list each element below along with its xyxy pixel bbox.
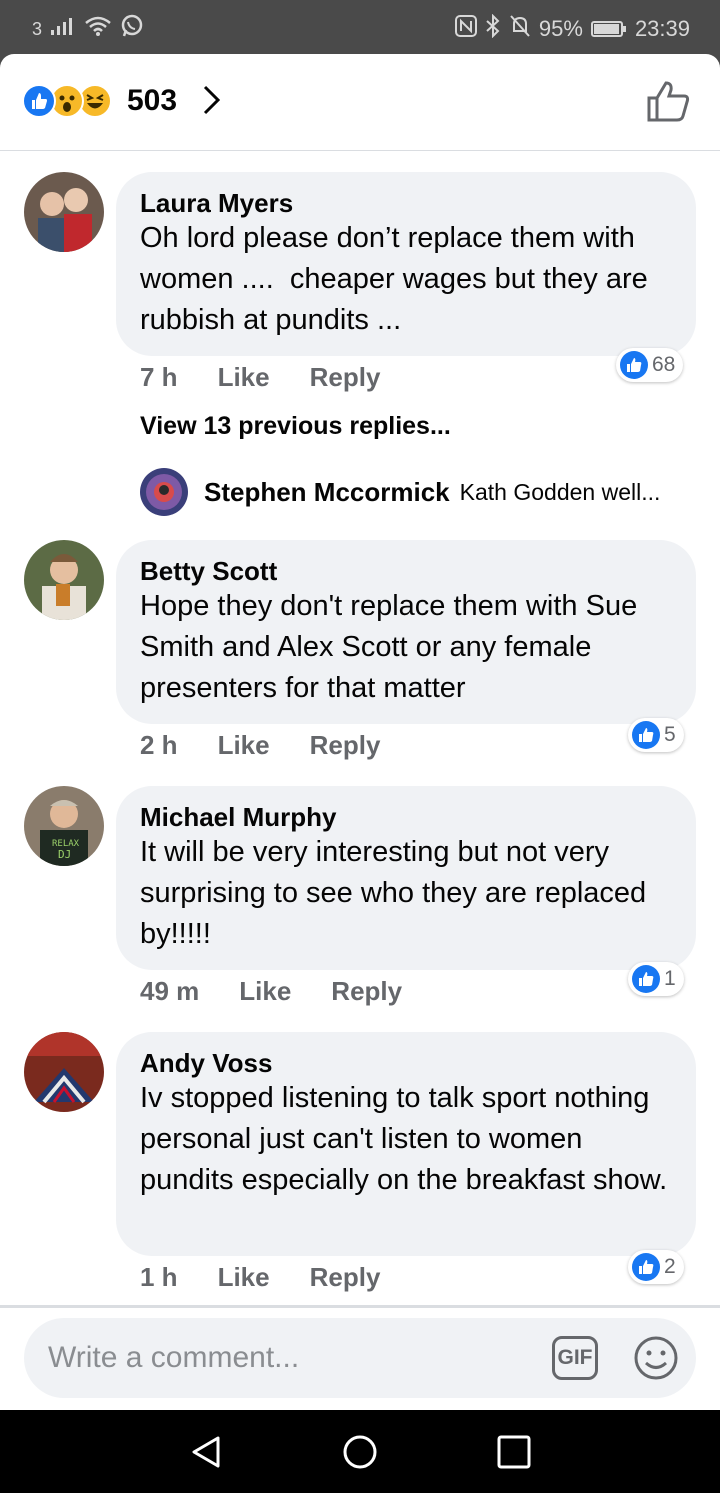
comment-bubble[interactable]: Laura Myers Oh lord please don’t replace…	[116, 172, 696, 356]
bluetooth-icon	[485, 13, 501, 44]
comment-author[interactable]: Michael Murphy	[140, 802, 672, 832]
comment-bubble[interactable]: Michael Murphy It will be very interesti…	[116, 786, 696, 970]
whatsapp-icon	[120, 14, 144, 44]
comment-actions: 1 h Like Reply	[140, 1262, 380, 1293]
divider	[0, 1305, 720, 1308]
comment-author[interactable]: Laura Myers	[140, 188, 672, 218]
reply-button[interactable]: Reply	[331, 976, 402, 1007]
like-reaction-icon	[632, 1253, 660, 1281]
reply-button[interactable]: Reply	[310, 1262, 381, 1293]
reply-text: Kath Godden well...	[459, 478, 661, 505]
clock: 23:39	[634, 16, 690, 41]
comment-reaction-badge[interactable]: 5	[628, 718, 684, 752]
comment-time: 2 h	[140, 730, 178, 760]
comment-actions: 49 m Like Reply	[140, 976, 402, 1007]
reaction-icons	[22, 84, 122, 118]
battery-percent: 95%	[538, 16, 583, 41]
like-reaction-icon	[632, 965, 660, 993]
comment-author[interactable]: Andy Voss	[140, 1048, 672, 1078]
comment-actions: 2 h Like Reply	[140, 730, 380, 761]
reply-button[interactable]: Reply	[310, 730, 381, 761]
reply-preview[interactable]: Stephen Mccormick Kath Godden well...	[140, 468, 660, 516]
like-button[interactable]: Like	[239, 976, 291, 1007]
svg-text:DJ: DJ	[58, 848, 71, 861]
comment-reaction-badge[interactable]: 68	[616, 348, 684, 382]
mute-icon	[509, 14, 531, 44]
comment-composer: GIF	[24, 1318, 696, 1398]
gif-button[interactable]: GIF	[552, 1336, 598, 1380]
avatar[interactable]	[24, 172, 104, 252]
comment-bubble[interactable]: Andy Voss Iv stopped listening to talk s…	[116, 1032, 696, 1256]
like-reaction-icon	[632, 721, 660, 749]
like-post-button[interactable]	[644, 78, 692, 126]
avatar[interactable]	[140, 468, 188, 516]
wifi-icon	[84, 15, 112, 43]
reactions-header[interactable]: 503	[0, 54, 720, 151]
avatar[interactable]: RELAX DJ	[24, 786, 104, 866]
chevron-right-icon[interactable]	[200, 82, 224, 118]
comment-text: Oh lord please don’t replace them with w…	[140, 222, 656, 336]
comments-sheet: 503 Laura Myers Oh lord please don’t rep…	[0, 54, 720, 1410]
reaction-count: 2	[664, 1255, 676, 1278]
comment-input[interactable]	[48, 1318, 548, 1398]
battery-level	[593, 24, 619, 34]
like-button[interactable]: Like	[218, 362, 270, 393]
avatar[interactable]	[24, 1032, 104, 1112]
comment-time: 1 h	[140, 1262, 178, 1292]
like-button[interactable]: Like	[218, 730, 270, 761]
comment-actions: 7 h Like Reply	[140, 362, 380, 393]
comment-reaction-badge[interactable]: 2	[628, 1250, 684, 1284]
reply-button[interactable]: Reply	[310, 362, 381, 393]
comment-bubble[interactable]: Betty Scott Hope they don't replace them…	[116, 540, 696, 724]
carrier-label: 3	[32, 18, 43, 39]
comment-text: It will be very interesting but not very…	[140, 836, 655, 950]
reaction-count: 1	[664, 967, 676, 990]
reaction-count: 68	[652, 353, 676, 376]
reaction-count: 5	[664, 723, 676, 746]
emoji-icon[interactable]	[632, 1334, 680, 1382]
comment-time: 7 h	[140, 362, 178, 392]
comment-text: Iv stopped listening to talk sport nothi…	[140, 1082, 668, 1196]
reply-author[interactable]: Stephen Mccormick	[204, 477, 450, 508]
comment-author[interactable]: Betty Scott	[140, 556, 672, 586]
like-reaction-icon	[620, 351, 648, 379]
home-icon[interactable]	[340, 1432, 380, 1472]
comment-reaction-badge[interactable]: 1	[628, 962, 684, 996]
battery-icon	[590, 21, 626, 37]
back-icon[interactable]	[186, 1432, 226, 1472]
recents-icon[interactable]	[494, 1432, 534, 1472]
comment-text: Hope they don't replace them with Sue Sm…	[140, 590, 646, 704]
avatar[interactable]	[24, 540, 104, 620]
like-reaction-icon	[22, 84, 56, 118]
like-button[interactable]: Like	[218, 1262, 270, 1293]
status-bar: 3 95% 23:39	[0, 0, 720, 54]
navigation-bar	[0, 1410, 720, 1493]
view-previous-replies[interactable]: View 13 previous replies...	[140, 412, 451, 441]
gif-label: GIF	[557, 1346, 593, 1369]
nfc-icon	[454, 15, 477, 43]
signal-icon	[50, 16, 76, 42]
comment-time: 49 m	[140, 976, 200, 1006]
reaction-count[interactable]: 503	[127, 84, 177, 118]
